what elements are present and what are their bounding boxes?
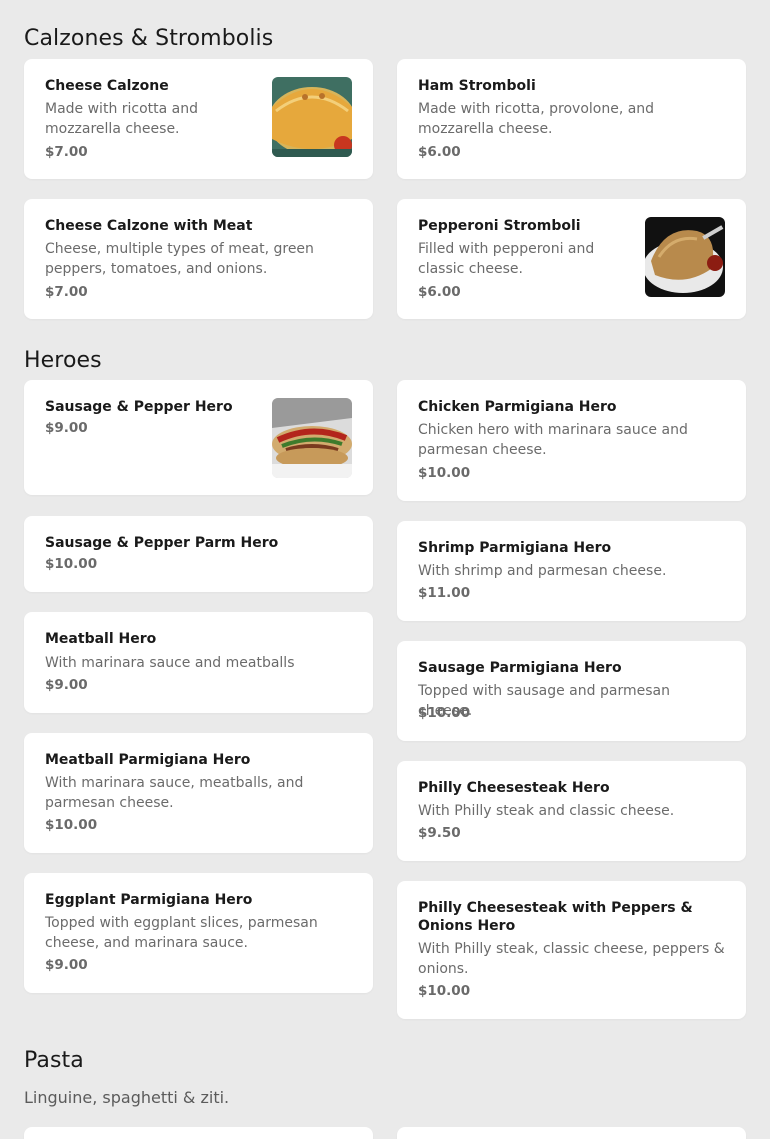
item-description: Made with ricotta, provolone, and mozzar… [418,101,655,137]
menu-item-sausage-parmigiana-hero[interactable]: Sausage Parmigiana Hero Topped with saus… [397,641,746,741]
item-description: With shrimp and parmesan cheese. [418,563,667,579]
menu-item-cheese-calzone-with-meat[interactable]: Cheese Calzone with Meat Cheese, multipl… [24,199,373,319]
item-name: Sausage & Pepper Parm Hero [45,535,279,551]
section-title-pasta: Pasta [24,1048,84,1073]
item-price: $9.00 [45,420,88,436]
menu-item-cheese-calzone[interactable]: Cheese Calzone Made with ricotta and moz… [24,59,373,179]
item-description: Cheese, multiple types of meat, green pe… [45,241,314,277]
item-price: $6.00 [418,144,461,160]
item-description: With marinara sauce, meatballs, and parm… [45,775,304,811]
item-name: Chicken Parmigiana Hero [418,399,617,415]
menu-item-meatball-parmigiana-hero[interactable]: Meatball Parmigiana Hero With marinara s… [24,733,373,853]
menu-item-chicken-parmigiana-hero[interactable]: Chicken Parmigiana Hero Chicken hero wit… [397,380,746,501]
item-name: Cheese Calzone [45,78,169,94]
item-name: Philly Cheesesteak Hero [418,780,610,796]
item-name: Shrimp Parmigiana Hero [418,540,612,556]
menu-item-eggplant-parmigiana-hero[interactable]: Eggplant Parmigiana Hero Topped with egg… [24,873,373,993]
item-price: $10.00 [45,556,98,572]
item-description: With Philly steak, classic cheese, peppe… [418,941,725,977]
menu-item-ham-stromboli[interactable]: Ham Stromboli Made with ricotta, provolo… [397,59,746,179]
item-price: $9.00 [45,957,88,973]
item-name: Ham Stromboli [418,78,536,94]
item-price: $11.00 [418,585,471,601]
item-price: $9.50 [418,825,461,841]
item-name: Sausage & Pepper Hero [45,399,233,415]
item-price: $6.00 [418,284,461,300]
stromboli-photo [645,217,725,297]
menu-item-philly-cheesesteak-hero[interactable]: Philly Cheesesteak Hero With Philly stea… [397,761,746,861]
item-name: Sausage Parmigiana Hero [418,660,622,676]
item-description: Made with ricotta and mozzarella cheese. [45,101,199,137]
item-name: Philly Cheesesteak with Peppers & Onions… [418,900,693,934]
item-price: $10.00 [418,705,471,721]
item-price: $10.00 [45,817,98,833]
item-price: $7.00 [45,284,88,300]
item-price: $9.00 [45,677,88,693]
item-name: Meatball Parmigiana Hero [45,752,251,768]
item-name: Cheese Calzone with Meat [45,218,253,234]
item-price: $10.00 [418,983,471,999]
item-name: Pepperoni Stromboli [418,218,581,234]
item-description: With marinara sauce and meatballs [45,655,295,671]
section-title-calzones: Calzones & Strombolis [24,26,274,51]
menu-item-philly-cheesesteak-peppers-onions-hero[interactable]: Philly Cheesesteak with Peppers & Onions… [397,881,746,1019]
item-description: Filled with pepperoni and classic cheese… [418,241,595,277]
item-description: Chicken hero with marinara sauce and par… [418,422,688,458]
menu-item-meatball-hero[interactable]: Meatball Hero With marinara sauce and me… [24,612,373,713]
item-name: Meatball Hero [45,631,157,647]
sausage-hero-photo [272,398,352,478]
item-price: $7.00 [45,144,88,160]
item-price: $10.00 [418,465,471,481]
calzone-photo [272,77,352,157]
item-name: Eggplant Parmigiana Hero [45,892,253,908]
item-description: Topped with eggplant slices, parmesan ch… [45,915,318,951]
section-title-heroes: Heroes [24,348,102,373]
menu-item-sausage-pepper-parm-hero[interactable]: Sausage & Pepper Parm Hero $10.00 [24,516,373,592]
item-description: With Philly steak and classic cheese. [418,803,675,819]
section-subtitle-pasta: Linguine, spaghetti & ziti. [24,1088,230,1107]
menu-item-shrimp-parmigiana-hero[interactable]: Shrimp Parmigiana Hero With shrimp and p… [397,521,746,621]
menu-item-card[interactable] [24,1127,373,1139]
menu-item-pepperoni-stromboli[interactable]: Pepperoni Stromboli Filled with pepperon… [397,199,746,319]
menu-item-card[interactable] [397,1127,746,1139]
menu-item-sausage-pepper-hero[interactable]: Sausage & Pepper Hero $9.00 [24,380,373,495]
